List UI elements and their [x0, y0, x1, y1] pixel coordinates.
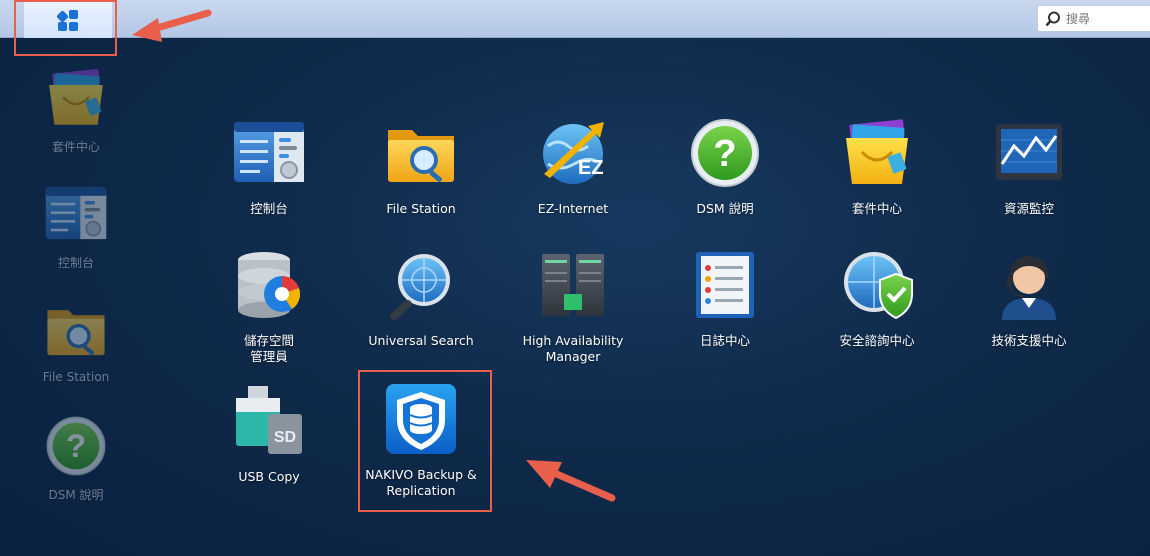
app-ez-internet[interactable]: EZ-Internet [498, 116, 648, 217]
app-resource-monitor[interactable]: 資源監控 [954, 116, 1104, 217]
nakivo-icon [384, 382, 458, 456]
file-station-icon [384, 116, 458, 190]
desktop-shortcut-label: 控制台 [57, 256, 94, 270]
usb-copy-icon [232, 384, 306, 458]
app-control-panel[interactable]: 控制台 [194, 116, 344, 217]
high-availability-icon [536, 248, 610, 322]
app-label: USB Copy [238, 469, 300, 484]
app-nakivo-backup-replication[interactable]: NAKIVO Backup & Replication [346, 382, 496, 499]
annotation-arrow-nakivo [526, 460, 616, 502]
app-label: 技術支援中心 [991, 333, 1067, 348]
app-label: DSM 說明 [696, 201, 754, 216]
dsm-help-icon [688, 116, 762, 190]
package-center-icon [44, 66, 108, 130]
security-advisor-icon [840, 248, 914, 322]
file-station-icon [44, 298, 108, 362]
desktop-shortcut-control-panel[interactable]: 控制台 [26, 182, 126, 271]
main-menu-icon [56, 9, 78, 31]
app-label: 安全諮詢中心 [839, 333, 915, 348]
package-center-icon [840, 116, 914, 190]
log-center-icon [688, 248, 762, 322]
app-log-center[interactable]: 日誌中心 [650, 248, 800, 349]
app-security-advisor[interactable]: 安全諮詢中心 [802, 248, 952, 349]
app-package-center[interactable]: 套件中心 [802, 116, 952, 217]
app-usb-copy[interactable]: USB Copy [194, 384, 344, 485]
app-storage-manager[interactable]: 儲存空間 管理員 [194, 248, 344, 365]
dsm-help-icon [44, 414, 108, 478]
app-label: EZ-Internet [537, 201, 609, 216]
control-panel-icon [232, 116, 306, 190]
app-label: 資源監控 [1003, 201, 1054, 216]
search-input[interactable] [1066, 11, 1146, 26]
desktop-shortcut-package-center[interactable]: 套件中心 [26, 66, 126, 155]
desktop-shortcut-label: File Station [42, 370, 110, 384]
app-label: File Station [386, 201, 456, 216]
app-label: 儲存空間 管理員 [243, 333, 294, 364]
app-label: 控制台 [250, 201, 288, 216]
app-label: Universal Search [368, 333, 474, 348]
main-menu-button[interactable] [24, 1, 112, 38]
app-universal-search[interactable]: Universal Search [346, 248, 496, 349]
app-support-center[interactable]: 技術支援中心 [954, 248, 1104, 349]
taskbar [0, 0, 1150, 38]
search-icon [1045, 11, 1060, 26]
resource-monitor-icon [992, 116, 1066, 190]
support-center-icon [992, 248, 1066, 322]
desktop-shortcut-label: 套件中心 [51, 140, 100, 154]
universal-search-icon [384, 248, 458, 322]
desktop-shortcut-dsm-help[interactable]: DSM 說明 [26, 414, 126, 503]
app-label: 套件中心 [851, 201, 902, 216]
app-label: 日誌中心 [699, 333, 750, 348]
app-high-availability-manager[interactable]: High Availability Manager [498, 248, 648, 365]
app-label: High Availability Manager [522, 333, 624, 364]
app-file-station[interactable]: File Station [346, 116, 496, 217]
search-box[interactable] [1038, 6, 1150, 31]
app-dsm-help[interactable]: DSM 說明 [650, 116, 800, 217]
ez-internet-icon [536, 116, 610, 190]
app-label: NAKIVO Backup & Replication [365, 467, 477, 498]
desktop-shortcut-file-station[interactable]: File Station [26, 298, 126, 384]
control-panel-icon [44, 182, 108, 246]
desktop-shortcut-label: DSM 說明 [48, 488, 104, 502]
storage-manager-icon [232, 248, 306, 322]
